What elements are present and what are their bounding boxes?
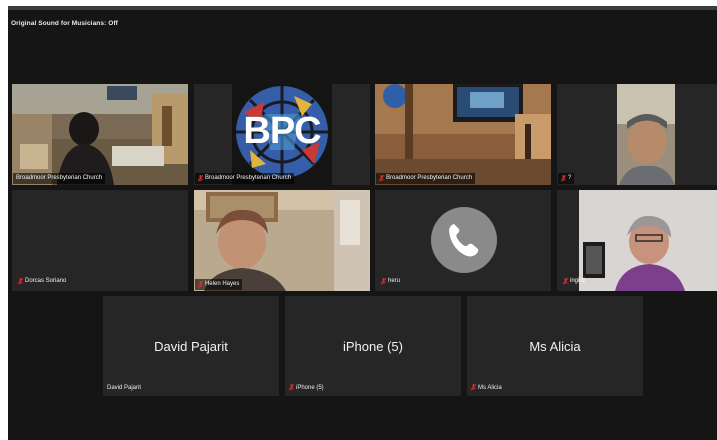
participant-name: David Pajarit [107, 385, 142, 391]
video-tile-ingird[interactable]: ingird [557, 190, 717, 291]
participant-name: ingird [570, 278, 585, 284]
participant-name: ? [568, 175, 572, 181]
participant-name-tag: iPhone (5) [289, 384, 324, 391]
participant-name: Dorcas Soriano [25, 278, 67, 284]
video-tile-iphone-5[interactable]: iPhone (5) iPhone (5) [285, 296, 461, 396]
video-feed-helen-hayes [194, 190, 370, 291]
participant-name: Broadmoor Presbyterian Church [205, 175, 292, 181]
participant-name: Ms Alicia [478, 384, 502, 391]
mic-muted-icon [471, 384, 476, 391]
video-tile-ms-alicia[interactable]: Ms Alicia Ms Alicia [467, 296, 643, 396]
participant-name-tag: heru [378, 276, 403, 287]
mic-muted-icon [563, 278, 568, 285]
participant-name: iPhone (5) [296, 384, 324, 391]
participant-name-tag: Broadmoor Presbyterian Church [13, 173, 106, 184]
participant-name: Helen Hayes [205, 281, 240, 287]
participant-name-tag: Ms Alicia [471, 384, 502, 391]
phone-avatar [431, 207, 497, 273]
video-feed-sanctuary [12, 84, 188, 185]
participant-name-tag: ? [558, 173, 575, 184]
participant-name-tag: ingird [560, 276, 588, 287]
participant-name: heru [388, 278, 401, 284]
mic-muted-icon [381, 278, 386, 285]
video-tile-broadmoor-logo[interactable]: BPC Broadmoor Presbyterian Church [194, 84, 370, 185]
participant-display-name: Ms Alicia [529, 339, 581, 354]
phone-icon [449, 224, 479, 257]
title-bar [8, 6, 717, 10]
zoom-meeting-window: Original Sound for Musicians: Off Broadm… [8, 6, 717, 440]
video-tile-david-pajarit[interactable]: David Pajarit David Pajarit [103, 296, 279, 396]
participant-name: Broadmoor Presbyterian Church [386, 175, 473, 181]
video-tile-dorcas-soriano[interactable]: Dorcas Soriano [12, 190, 188, 291]
video-tile-helen-hayes[interactable]: Helen Hayes [194, 190, 370, 291]
participant-name-tag: Broadmoor Presbyterian Church [195, 173, 295, 184]
participant-name-tag: Dorcas Soriano [15, 276, 69, 287]
video-feed-church-room [375, 84, 551, 185]
video-tile-broadmoor-sanctuary[interactable]: Broadmoor Presbyterian Church [12, 84, 188, 185]
mic-muted-icon [198, 175, 203, 182]
mic-muted-icon [379, 175, 384, 182]
mic-muted-icon [198, 281, 203, 288]
participant-name-tag: Broadmoor Presbyterian Church [376, 173, 476, 184]
participant-display-name: iPhone (5) [343, 339, 403, 354]
participant-name-tag: David Pajarit [107, 385, 141, 391]
bpc-logo-text: BPC [243, 110, 321, 152]
video-tile-broadmoor-room[interactable]: Broadmoor Presbyterian Church [375, 84, 551, 185]
participant-name-tag: Helen Hayes [195, 279, 243, 290]
mic-muted-icon [561, 175, 566, 182]
video-feed-unknown-participant [557, 84, 717, 185]
mic-muted-icon [289, 384, 294, 391]
participant-display-name: David Pajarit [154, 339, 228, 354]
original-sound-status: Original Sound for Musicians: Off [11, 20, 118, 27]
video-tile-heru[interactable]: heru [375, 190, 551, 291]
video-tile-unknown[interactable]: ? [557, 84, 717, 185]
participant-name: Broadmoor Presbyterian Church [16, 175, 103, 181]
mic-muted-icon [18, 278, 23, 285]
